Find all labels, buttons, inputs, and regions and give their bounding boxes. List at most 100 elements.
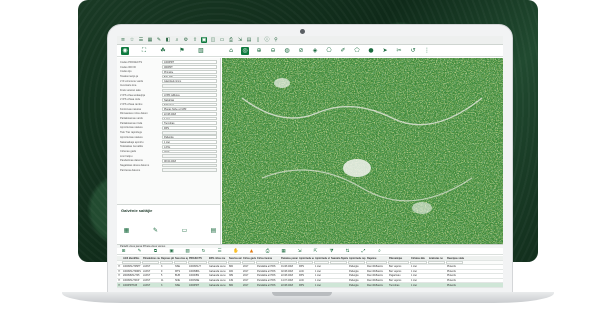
image-icon[interactable]: ▨: [185, 249, 190, 254]
column-header[interactable]: Apmirtudu sta: [314, 257, 330, 260]
form-field[interactable]: 1 Llet: [162, 116, 217, 121]
form-field[interactable]: Pabeigta: [162, 135, 217, 140]
column-filter-input[interactable]: [298, 261, 313, 264]
settings-icon[interactable]: ⚙: [183, 37, 189, 43]
grid-icon[interactable]: ▦: [123, 227, 130, 234]
select-icon[interactable]: ➤: [381, 47, 389, 55]
form-field[interactable]: Planas Nobe a LVPR: [162, 107, 217, 112]
zoom-to-icon[interactable]: ⌕: [377, 249, 382, 254]
column-filter-input[interactable]: [280, 261, 297, 264]
upload-icon[interactable]: ⇪: [192, 37, 198, 43]
print-icon[interactable]: ⎙: [265, 249, 270, 254]
save-icon[interactable]: ▣: [169, 249, 174, 254]
form-field[interactable]: [162, 88, 217, 93]
column-header[interactable]: Cirtatas ādu: [410, 257, 428, 260]
form-field[interactable]: [162, 163, 217, 168]
hand-icon[interactable]: ✋: [233, 249, 239, 254]
column-header[interactable]: Rajeimu: [366, 257, 388, 260]
form-field[interactable]: Glambiels rimns: [162, 79, 217, 83]
zoom-out-icon[interactable]: ⊖: [269, 47, 277, 55]
layers-map-icon[interactable]: ◈: [311, 47, 319, 55]
form-field[interactable]: [162, 154, 217, 158]
undo-icon[interactable]: ↺: [409, 47, 417, 55]
camera-tool-icon[interactable]: ⎔: [325, 47, 333, 55]
document-icon[interactable]: ▯: [255, 37, 261, 43]
refresh-icon[interactable]: ↻: [201, 249, 206, 254]
table-icon[interactable]: ▦: [147, 37, 153, 43]
sort-icon[interactable]: ⇅: [345, 249, 350, 254]
form-field[interactable]: [162, 83, 217, 88]
column-header[interactable]: Cirtas tiesina: [256, 257, 280, 260]
map-view-icon[interactable]: ▣: [201, 37, 207, 43]
column-filter-input[interactable]: [428, 261, 445, 264]
filter-icon[interactable]: ⧩: [329, 249, 334, 254]
info-icon[interactable]: ⓘ: [264, 37, 270, 43]
polygon-icon[interactable]: ⬠: [353, 47, 361, 55]
draw-icon[interactable]: ✐: [339, 47, 347, 55]
chart-icon[interactable]: ◫: [210, 37, 216, 43]
form-tab-4-icon[interactable]: ⚑: [178, 47, 186, 55]
form-tab-3-icon[interactable]: ☘: [159, 47, 167, 55]
form-field[interactable]: [162, 130, 217, 135]
column-header[interactable]: Apmirtudu rap: [348, 257, 366, 260]
folder-icon[interactable]: ▭: [219, 37, 225, 43]
column-header[interactable]: Pamatas paran: [280, 257, 298, 260]
copy-icon[interactable]: ⧉: [153, 249, 158, 254]
column-filter-input[interactable]: [174, 261, 187, 264]
form-tab-2-icon[interactable]: ⛶: [140, 47, 148, 55]
form-field[interactable]: 1000PRT: [162, 60, 217, 65]
pin-icon[interactable]: ⚲: [273, 37, 279, 43]
add-icon[interactable]: ⊞: [121, 249, 126, 254]
export-icon[interactable]: ⇲: [237, 37, 243, 43]
form-field[interactable]: Tiemnbas: [162, 121, 217, 126]
column-header[interactable]: Pārvaldnies nu: [142, 257, 160, 260]
form-field[interactable]: A Pris: [162, 144, 217, 149]
column-header[interactable]: Cirtas gads C: [242, 257, 256, 260]
column-filter-input[interactable]: [208, 261, 227, 264]
list-icon[interactable]: ☰: [217, 249, 222, 254]
form-field[interactable]: 000PRT: [162, 65, 217, 69]
form-field[interactable]: Pirmskie: [162, 69, 217, 74]
star-icon[interactable]: ☆: [129, 37, 135, 43]
export-icon[interactable]: ⇲: [297, 249, 302, 254]
column-header[interactable]: Ruenipas statu: [446, 257, 464, 260]
home-icon[interactable]: ⌂: [227, 47, 235, 55]
more-icon[interactable]: ⋮: [423, 47, 431, 55]
column-filter-input[interactable]: [314, 261, 329, 264]
form-tab-1-icon[interactable]: ◉: [121, 47, 129, 55]
column-filter-input[interactable]: [330, 261, 347, 264]
column-filter-input[interactable]: [446, 261, 463, 264]
column-header[interactable]: Pāsnaimjas: [388, 257, 410, 260]
menu-icon[interactable]: ≡: [120, 37, 126, 43]
form-field[interactable]: RPS: [162, 126, 217, 130]
search-icon[interactable]: ⌕: [174, 37, 180, 43]
column-filter-input[interactable]: [188, 261, 207, 264]
form-field[interactable]: LVPR rallbutve: [162, 93, 217, 98]
column-header[interactable]: AGS Identifiks: [122, 257, 142, 260]
form-field[interactable]: 2017: [162, 149, 217, 154]
expand-icon[interactable]: ⤢: [361, 249, 366, 254]
print-icon[interactable]: ⎙: [228, 37, 234, 43]
edit-icon[interactable]: ✎: [152, 227, 159, 234]
point-icon[interactable]: ●: [367, 47, 375, 55]
column-filter-input[interactable]: [228, 261, 241, 264]
folder-icon[interactable]: ▭: [181, 227, 188, 234]
layers-icon[interactable]: ◧: [165, 37, 171, 43]
measure-icon[interactable]: ⊘: [297, 47, 305, 55]
satellite-map[interactable]: [222, 58, 503, 244]
warning-icon[interactable]: ▲: [249, 249, 254, 254]
column-filter-input[interactable]: [142, 261, 159, 264]
column-header[interactable]: ERS cirtas mu: [208, 257, 228, 260]
column-header[interactable]: PROJECTS: [188, 257, 208, 260]
form-field[interactable]: Tolkmbas: [162, 102, 217, 107]
list-icon[interactable]: ☰: [138, 37, 144, 43]
column-filter-input[interactable]: [160, 261, 173, 264]
column-header[interactable]: Sasortas agg: [174, 257, 188, 260]
column-filter-input[interactable]: [242, 261, 255, 264]
column-filter-input[interactable]: [388, 261, 409, 264]
column-header[interactable]: Rajonas plānot: [160, 257, 174, 260]
column-header[interactable]: Saortas aizsn: [228, 257, 242, 260]
column-filter-input[interactable]: [366, 261, 387, 264]
column-header[interactable]: Ierakstas no: [428, 257, 446, 260]
form-field[interactable]: 22.08.2018: [162, 112, 217, 116]
